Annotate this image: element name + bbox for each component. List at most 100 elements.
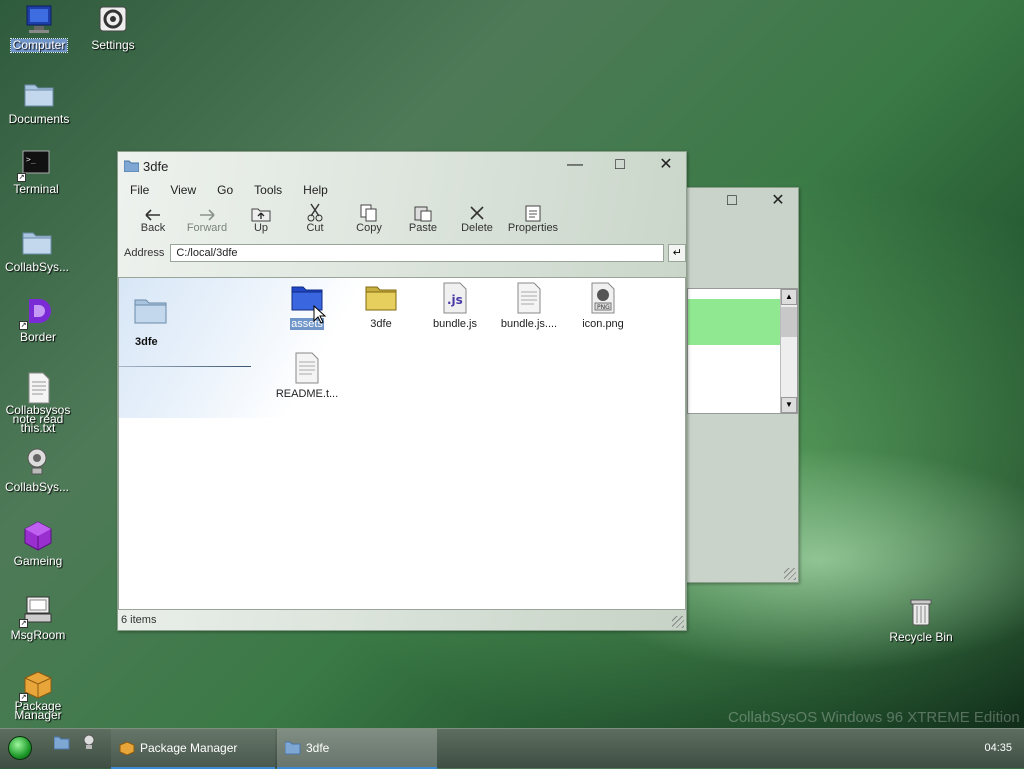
file-item-3dfe[interactable]: 3dfe	[341, 282, 421, 330]
desktop-icon-recycle-bin[interactable]: Recycle Bin	[882, 596, 960, 644]
scroll-up-arrow[interactable]: ▲	[781, 289, 797, 305]
sidebar-folder-icon	[133, 294, 169, 329]
copy-icon	[342, 200, 396, 222]
desktop-icon-documents[interactable]: Documents	[1, 78, 77, 126]
file-item-readme[interactable]: README.t...	[267, 352, 347, 400]
delete-x-icon	[450, 200, 504, 222]
msgroom-icon: ↗	[19, 594, 55, 628]
menu-bar: File View Go Tools Help	[118, 180, 686, 200]
clipboard-icon	[396, 200, 450, 222]
desktop-icon-terminal[interactable]: >_ ↗ Terminal	[0, 148, 74, 196]
selected-list-row[interactable]	[688, 299, 781, 345]
maximize-button[interactable]: □	[717, 192, 747, 210]
clock: 04:35	[984, 742, 1012, 754]
properties-icon	[504, 200, 562, 222]
folder-icon	[284, 741, 301, 755]
background-window-titlebar[interactable]: □ ✕	[677, 188, 798, 216]
cube-icon	[21, 520, 55, 552]
mouse-cursor-icon	[313, 304, 327, 328]
explorer-titlebar[interactable]: 3dfe — □ ✕	[118, 152, 686, 180]
menu-go[interactable]: Go	[217, 180, 233, 200]
address-bar: Address C:/local/3dfe ↵	[118, 240, 686, 266]
close-button[interactable]: ✕	[651, 156, 681, 174]
desktop-icon-webcam[interactable]: CollabSys...	[0, 446, 75, 494]
taskbar: Package Manager 3dfe 04:35	[0, 728, 1024, 769]
item-count: 6 items	[121, 614, 157, 626]
document-icon	[290, 352, 324, 384]
svg-text:PNG: PNG	[597, 304, 610, 311]
settings-icon	[96, 4, 130, 36]
up-folder-icon	[234, 200, 288, 222]
file-item-icon-png[interactable]: PNG icon.png	[563, 282, 643, 330]
menu-help[interactable]: Help	[303, 180, 328, 200]
js-file-icon: .js	[438, 282, 472, 314]
desktop-icon-collabsys-folder[interactable]: CollabSys...	[0, 226, 75, 274]
desktop-icon-msgroom[interactable]: ↗ MsgRoom	[0, 594, 76, 642]
folder-icon	[123, 160, 140, 175]
png-file-icon: PNG	[586, 282, 620, 314]
webcam-icon	[20, 446, 54, 478]
properties-button[interactable]: Properties	[504, 200, 562, 240]
folder-icon	[20, 226, 54, 258]
go-button[interactable]: ↵	[668, 244, 686, 262]
forward-button[interactable]: Forward	[180, 200, 234, 240]
list-scrollbar[interactable]: ▲ ▼	[780, 289, 797, 413]
file-view[interactable]: 3dfe assets 3dfe .js bundle.js bundle.js…	[118, 277, 686, 610]
scroll-thumb[interactable]	[781, 307, 797, 337]
up-button[interactable]: Up	[234, 200, 288, 240]
menu-tools[interactable]: Tools	[254, 180, 282, 200]
svg-text:.js: .js	[447, 293, 463, 307]
computer-icon	[22, 4, 56, 36]
terminal-icon: >_ ↗	[17, 148, 53, 182]
desktop-icon-border[interactable]: ↗ Border	[0, 296, 76, 344]
quick-launch-webcam-icon[interactable]	[82, 734, 96, 753]
forward-arrow-icon	[180, 200, 234, 222]
window-title: 3dfe	[143, 159, 169, 174]
start-button[interactable]	[8, 736, 32, 760]
desktop-icon-settings[interactable]: Settings	[75, 4, 151, 52]
scroll-down-arrow[interactable]: ▼	[781, 397, 797, 413]
toolbar: Back Forward Up Cut Copy Paste Delete Pr…	[118, 200, 686, 240]
copy-button[interactable]: Copy	[342, 200, 396, 240]
file-item-assets[interactable]: assets	[267, 282, 347, 330]
quick-launch-folder-icon[interactable]	[53, 736, 70, 753]
close-button[interactable]: ✕	[763, 192, 793, 210]
desktop-icon-package-manager[interactable]: ↗ Package Manager	[0, 668, 76, 722]
sidebar-divider	[119, 366, 251, 367]
border-app-icon: ↗	[19, 296, 55, 330]
paste-button[interactable]: Paste	[396, 200, 450, 240]
menu-view[interactable]: View	[170, 180, 196, 200]
resize-grip[interactable]	[784, 568, 796, 580]
status-bar: 6 items	[118, 610, 686, 630]
background-list-panel: ▲ ▼	[687, 288, 798, 414]
task-3dfe[interactable]: 3dfe	[277, 729, 437, 769]
text-file-icon	[21, 372, 55, 404]
maximize-button[interactable]: □	[605, 156, 635, 174]
package-icon	[119, 741, 135, 756]
delete-button[interactable]: Delete	[450, 200, 504, 240]
folder-icon	[22, 78, 56, 110]
back-button[interactable]: Back	[126, 200, 180, 240]
desktop-icon-note-txt[interactable]: Collabsysos note read this.txt	[0, 372, 76, 435]
recycle-bin-icon	[904, 596, 938, 628]
svg-text:>_: >_	[26, 155, 36, 164]
folder-icon	[364, 282, 398, 314]
file-item-bundle-js[interactable]: .js bundle.js	[415, 282, 495, 330]
task-package-manager[interactable]: Package Manager	[111, 729, 275, 769]
address-label: Address	[124, 247, 165, 259]
menu-file[interactable]: File	[130, 180, 149, 200]
explorer-window[interactable]: 3dfe — □ ✕ File View Go Tools Help Back …	[117, 151, 687, 631]
background-window[interactable]: □ ✕ ▲ ▼	[676, 187, 799, 583]
desktop-icon-gameing[interactable]: Gameing	[0, 520, 76, 568]
document-icon	[512, 282, 546, 314]
cut-button[interactable]: Cut	[288, 200, 342, 240]
desktop-icon-computer[interactable]: Computer	[1, 4, 77, 53]
package-icon: ↗	[19, 668, 55, 702]
file-item-bundle-js-other[interactable]: bundle.js....	[489, 282, 569, 330]
scissors-icon	[288, 200, 342, 222]
back-arrow-icon	[126, 200, 180, 222]
minimize-button[interactable]: —	[560, 156, 590, 174]
address-input[interactable]: C:/local/3dfe	[170, 244, 665, 262]
desktop-watermark: CollabSysOS Windows 96 XTREME Edition	[728, 709, 1020, 726]
resize-grip[interactable]	[672, 616, 684, 628]
